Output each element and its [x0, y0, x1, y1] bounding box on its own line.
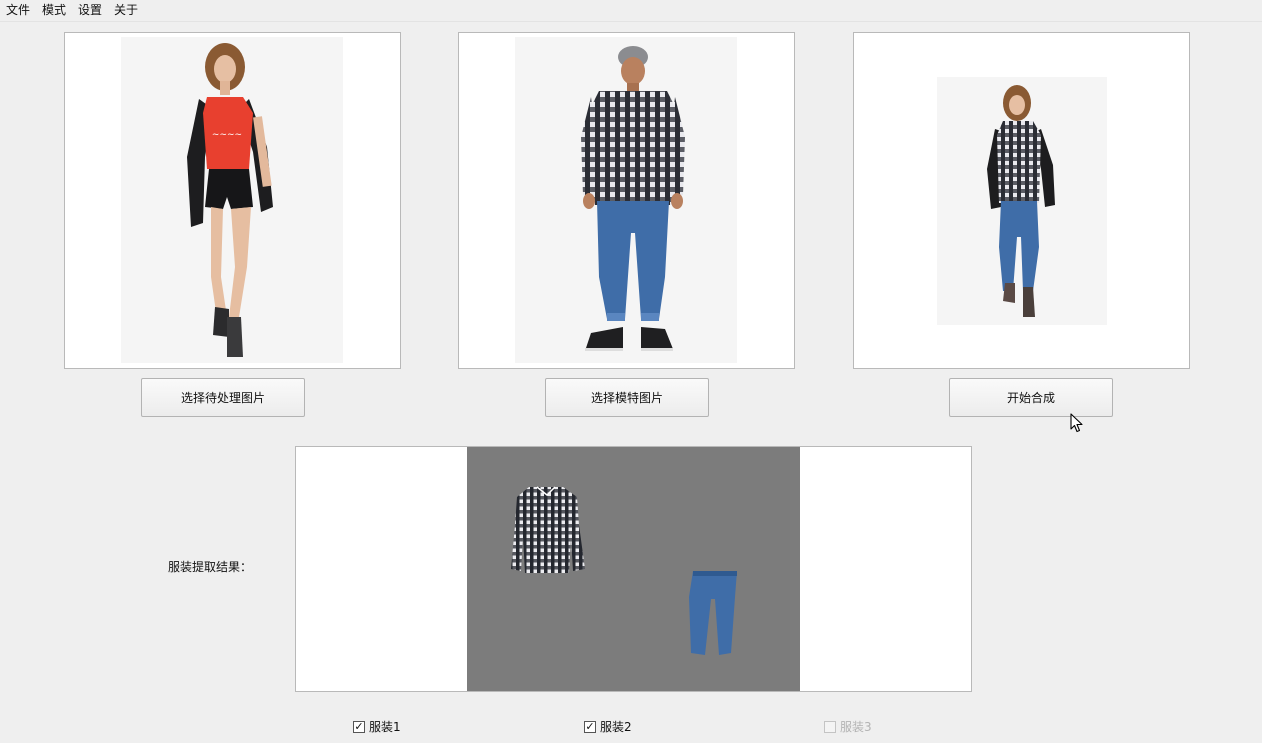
checkbox-checked-icon: ✓ [584, 719, 596, 733]
garment-2-label: 服装2 [600, 720, 632, 734]
woman-red-top-image: ~~~~ [121, 37, 343, 363]
mouse-cursor-icon [1070, 413, 1084, 436]
extraction-result-label: 服装提取结果： [168, 560, 253, 574]
garment-1-checkbox[interactable]: ✓ 服装1 [353, 718, 401, 735]
result-photo [937, 77, 1107, 325]
checkbox-unchecked-icon [824, 720, 836, 733]
select-model-image-button[interactable]: 选择模特图片 [545, 378, 709, 417]
extraction-result-frame [295, 446, 972, 692]
man-plaid-shirt-image [515, 37, 737, 363]
svg-text:~~~~: ~~~~ [212, 130, 242, 140]
source-photo: ~~~~ [121, 37, 343, 363]
menu-file[interactable]: 文件 [0, 0, 36, 21]
select-source-image-button[interactable]: 选择待处理图片 [141, 378, 305, 417]
garment-1-label: 服装1 [369, 720, 401, 734]
garment-2-checkbox[interactable]: ✓ 服装2 [584, 718, 632, 735]
garment-3-label: 服装3 [840, 720, 872, 734]
source-image-frame: ~~~~ [64, 32, 401, 369]
menu-about[interactable]: 关于 [108, 0, 144, 21]
model-image-frame [458, 32, 795, 369]
composite-result-image [937, 77, 1107, 325]
start-synthesis-button[interactable]: 开始合成 [949, 378, 1113, 417]
menu-settings[interactable]: 设置 [72, 0, 108, 21]
garment-3-checkbox: 服装3 [824, 718, 872, 735]
extracted-jeans [689, 571, 737, 655]
checkbox-checked-icon: ✓ [353, 719, 365, 733]
model-photo [515, 37, 737, 363]
extracted-garments-image [511, 486, 737, 655]
extraction-result-canvas [467, 447, 800, 691]
menu-bar: 文件 模式 设置 关于 [0, 0, 1262, 22]
result-image-frame [853, 32, 1190, 369]
extracted-shirt [511, 486, 585, 573]
menu-mode[interactable]: 模式 [36, 0, 72, 21]
